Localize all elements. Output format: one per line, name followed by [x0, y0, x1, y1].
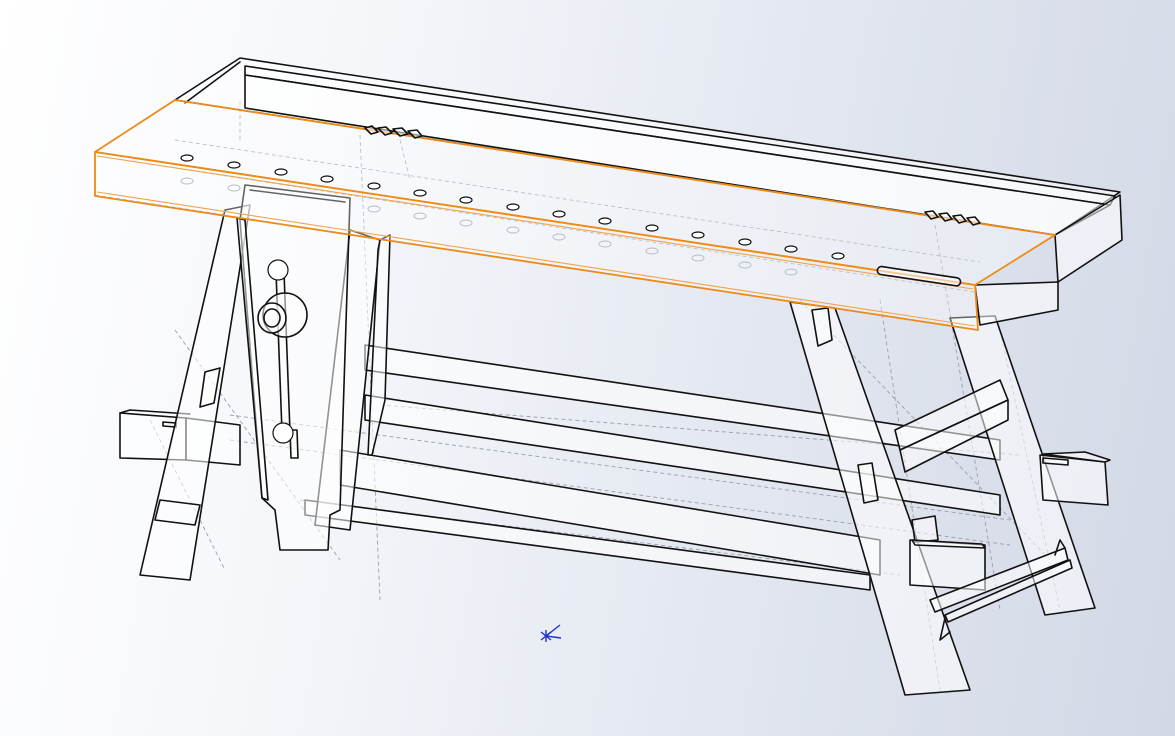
leg-vise-chop[interactable] [236, 184, 351, 551]
workbench-model[interactable] [0, 0, 1175, 736]
cad-viewport[interactable] [0, 0, 1175, 736]
vise-handle-knob-bottom-icon[interactable] [272, 422, 294, 444]
vise-handle-knob-top-icon[interactable] [267, 259, 289, 281]
coordinate-triad-icon [540, 624, 562, 642]
